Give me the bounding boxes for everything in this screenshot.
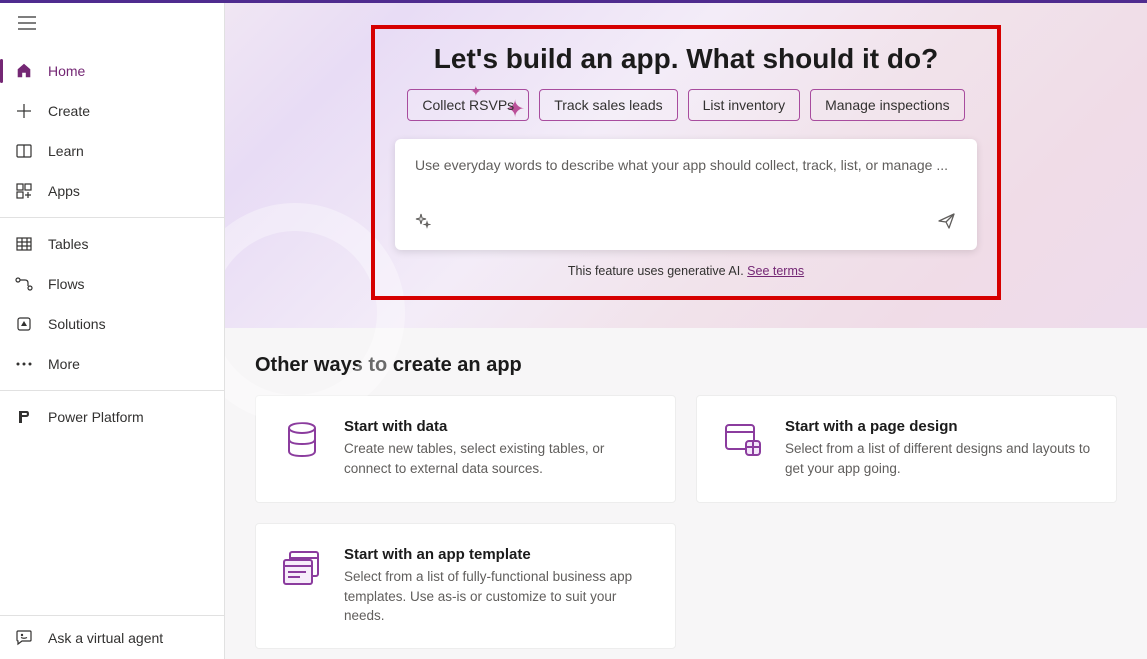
nav-label: Create xyxy=(48,103,90,119)
sidebar-item-power-platform[interactable]: Power Platform xyxy=(0,397,224,437)
nav-label: Apps xyxy=(48,183,80,199)
layout-icon xyxy=(721,418,765,462)
see-terms-link[interactable]: See terms xyxy=(747,264,804,278)
sidebar-item-apps[interactable]: Apps xyxy=(0,171,224,211)
prompt-placeholder: Use everyday words to describe what your… xyxy=(415,155,957,197)
suggestion-pills: Collect RSVPs Track sales leads List inv… xyxy=(395,89,977,121)
main-content: ✦ ✦ Let's build an app. What should it d… xyxy=(225,3,1147,659)
sidebar-item-learn[interactable]: Learn xyxy=(0,131,224,171)
nav-label: More xyxy=(48,356,80,372)
nav-label: Solutions xyxy=(48,316,106,332)
hamburger-icon[interactable] xyxy=(18,16,36,35)
card-title: Start with an app template xyxy=(344,546,651,563)
sidebar: Home Create Learn Apps xyxy=(0,3,225,659)
sparkle-icon[interactable] xyxy=(415,213,431,234)
flows-icon xyxy=(14,274,34,294)
hero-title: Let's build an app. What should it do? xyxy=(395,43,977,75)
card-start-with-template[interactable]: Start with an app template Select from a… xyxy=(255,523,676,649)
hero-section: ✦ ✦ Let's build an app. What should it d… xyxy=(225,3,1147,328)
card-title: Start with data xyxy=(344,418,651,435)
card-desc: Select from a list of different designs … xyxy=(785,439,1092,478)
power-platform-icon xyxy=(14,407,34,427)
ask-virtual-agent[interactable]: Ask a virtual agent xyxy=(0,615,224,659)
nav-label: Power Platform xyxy=(48,409,144,425)
copilot-panel: Let's build an app. What should it do? C… xyxy=(371,25,1001,300)
sidebar-item-solutions[interactable]: Solutions xyxy=(0,304,224,344)
card-start-with-page-design[interactable]: Start with a page design Select from a l… xyxy=(696,395,1117,503)
database-icon xyxy=(280,418,324,462)
ai-disclaimer: This feature uses generative AI. See ter… xyxy=(395,264,977,278)
pill-collect-rsvps[interactable]: Collect RSVPs xyxy=(407,89,529,121)
template-icon xyxy=(280,546,324,590)
card-desc: Create new tables, select existing table… xyxy=(344,439,651,478)
home-icon xyxy=(14,61,34,81)
ask-agent-label: Ask a virtual agent xyxy=(48,630,163,646)
sidebar-item-home[interactable]: Home xyxy=(0,51,224,91)
ai-note-text: This feature uses generative AI. xyxy=(568,264,747,278)
book-icon xyxy=(14,141,34,161)
nav-label: Tables xyxy=(48,236,88,252)
more-icon xyxy=(14,354,34,374)
sidebar-item-tables[interactable]: Tables xyxy=(0,224,224,264)
nav-label: Learn xyxy=(48,143,84,159)
table-icon xyxy=(14,234,34,254)
sidebar-item-more[interactable]: More xyxy=(0,344,224,384)
nav-label: Home xyxy=(48,63,85,79)
apps-icon xyxy=(14,181,34,201)
solutions-icon xyxy=(14,314,34,334)
chat-icon xyxy=(14,628,34,648)
nav-label: Flows xyxy=(48,276,85,292)
prompt-input-box[interactable]: Use everyday words to describe what your… xyxy=(395,139,977,250)
plus-icon xyxy=(14,101,34,121)
sidebar-item-create[interactable]: Create xyxy=(0,91,224,131)
pill-manage-inspections[interactable]: Manage inspections xyxy=(810,89,965,121)
sidebar-item-flows[interactable]: Flows xyxy=(0,264,224,304)
card-title: Start with a page design xyxy=(785,418,1092,435)
pill-list-inventory[interactable]: List inventory xyxy=(688,89,800,121)
card-desc: Select from a list of fully-functional b… xyxy=(344,567,651,626)
send-icon[interactable] xyxy=(937,211,957,236)
pill-track-sales[interactable]: Track sales leads xyxy=(539,89,677,121)
